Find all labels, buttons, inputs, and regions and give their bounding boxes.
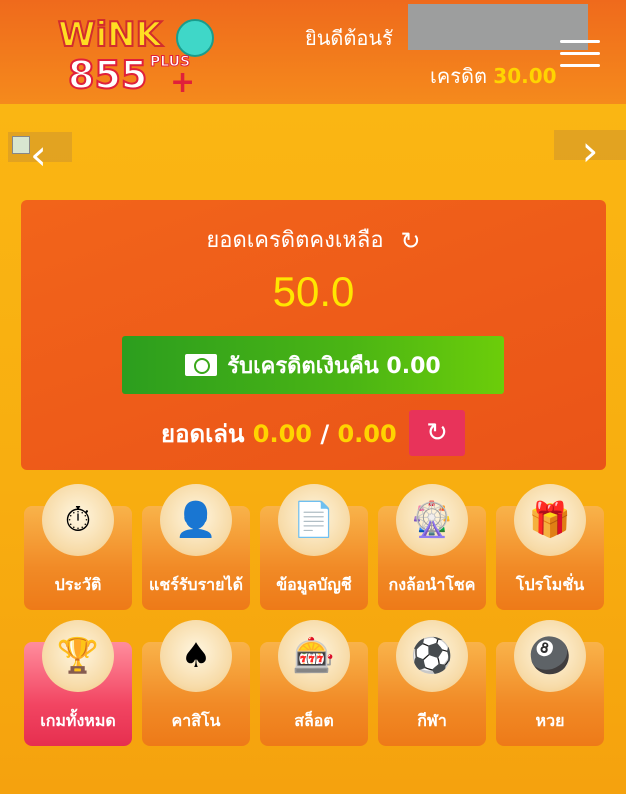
cashback-label: รับเครดิตเงินคืน 0.00: [227, 353, 441, 379]
balance-title-row: ยอดเครดิตคงเหลือ ↻: [21, 222, 606, 257]
refresh-icon: ↻: [426, 418, 448, 448]
menu-label: กีฬา: [417, 711, 447, 730]
menu-label: โปรโมชั่น: [515, 575, 585, 594]
svg-text:+: +: [170, 65, 195, 96]
balance-card: ยอดเครดิตคงเหลือ ↻ 50.0 รับเครดิตเงินคืน…: [21, 200, 606, 470]
card-icon: ♠: [160, 620, 232, 692]
menu-promotion[interactable]: 🎁 โปรโมชั่น: [496, 484, 604, 610]
ball-icon: ⚽: [396, 620, 468, 692]
credit-amount: 30.00: [493, 64, 557, 88]
balance-title: ยอดเครดิตคงเหลือ: [206, 228, 384, 253]
top-header: WiNK 855 PLUS + ยินดีต้อนรั เครดิต 30.00: [0, 0, 626, 104]
money-icon: [185, 354, 218, 376]
refresh-turnover-button[interactable]: ↻: [409, 410, 465, 456]
trophy-icon: 🏆: [42, 620, 114, 692]
gift-icon: 🎁: [514, 484, 586, 556]
turnover-label: ยอดเล่น: [161, 420, 245, 448]
broken-image-icon: [12, 136, 30, 154]
hamburger-menu-icon[interactable]: [560, 40, 600, 72]
credit-display: เครดิต 30.00: [430, 60, 557, 92]
turnover-target: 0.00: [337, 420, 397, 448]
menu-all-games[interactable]: 🏆 เกมทั้งหมด: [24, 620, 132, 746]
svg-text:WiNK: WiNK: [58, 15, 164, 55]
carousel-prev-icon[interactable]: ‹: [30, 134, 47, 176]
document-icon: 📄: [278, 484, 350, 556]
balance-amount: 50.0: [272, 268, 355, 315]
menu-label: ข้อมูลบัญชี: [276, 575, 352, 594]
menu-label: หวย: [535, 711, 565, 730]
wheel-icon: 🎡: [396, 484, 468, 556]
turnover-current: 0.00: [252, 420, 312, 448]
menu-share-income[interactable]: 👤 แชร์รับรายได้: [142, 484, 250, 610]
slot-machine-icon: 🎰: [278, 620, 350, 692]
svg-text:855: 855: [68, 53, 147, 96]
user-icon: 👤: [160, 484, 232, 556]
menu-label: คาสิโน: [171, 711, 221, 730]
menu-label: เกมทั้งหมด: [40, 711, 116, 730]
menu-casino[interactable]: ♠ คาสิโน: [142, 620, 250, 746]
welcome-text: ยินดีต้อนรั: [305, 26, 393, 50]
menu-history[interactable]: ⏱ ประวัติ: [24, 484, 132, 610]
stopwatch-icon: ⏱: [42, 484, 114, 556]
menu-lottery[interactable]: 🎱 หวย: [496, 620, 604, 746]
menu-lucky-wheel[interactable]: 🎡 กงล้อนำโชค: [378, 484, 486, 610]
menu-account-info[interactable]: 📄 ข้อมูลบัญชี: [260, 484, 368, 610]
menu-slots[interactable]: 🎰 สล็อต: [260, 620, 368, 746]
refresh-balance-icon[interactable]: ↻: [401, 227, 421, 255]
menu-label: กงล้อนำโชค: [388, 575, 476, 594]
menu-sports[interactable]: ⚽ กีฬา: [378, 620, 486, 746]
menu-label: แชร์รับรายได้: [149, 575, 243, 594]
cashback-button[interactable]: รับเครดิตเงินคืน 0.00: [122, 336, 504, 394]
turnover-separator: /: [320, 420, 330, 448]
turnover-display: ยอดเล่น 0.00 / 0.00: [161, 414, 397, 453]
credit-label: เครดิต: [430, 64, 487, 88]
carousel-next-icon[interactable]: ›: [554, 130, 626, 172]
lottery-icon: 🎱: [514, 620, 586, 692]
menu-label: สล็อต: [294, 711, 334, 730]
menu-label: ประวัติ: [54, 575, 102, 594]
banner-carousel: ‹ ›: [0, 104, 626, 194]
brand-logo[interactable]: WiNK 855 PLUS +: [50, 10, 220, 100]
menu-grid: ⏱ ประวัติ 👤 แชร์รับรายได้ 📄 ข้อมูลบัญชี …: [24, 484, 604, 748]
